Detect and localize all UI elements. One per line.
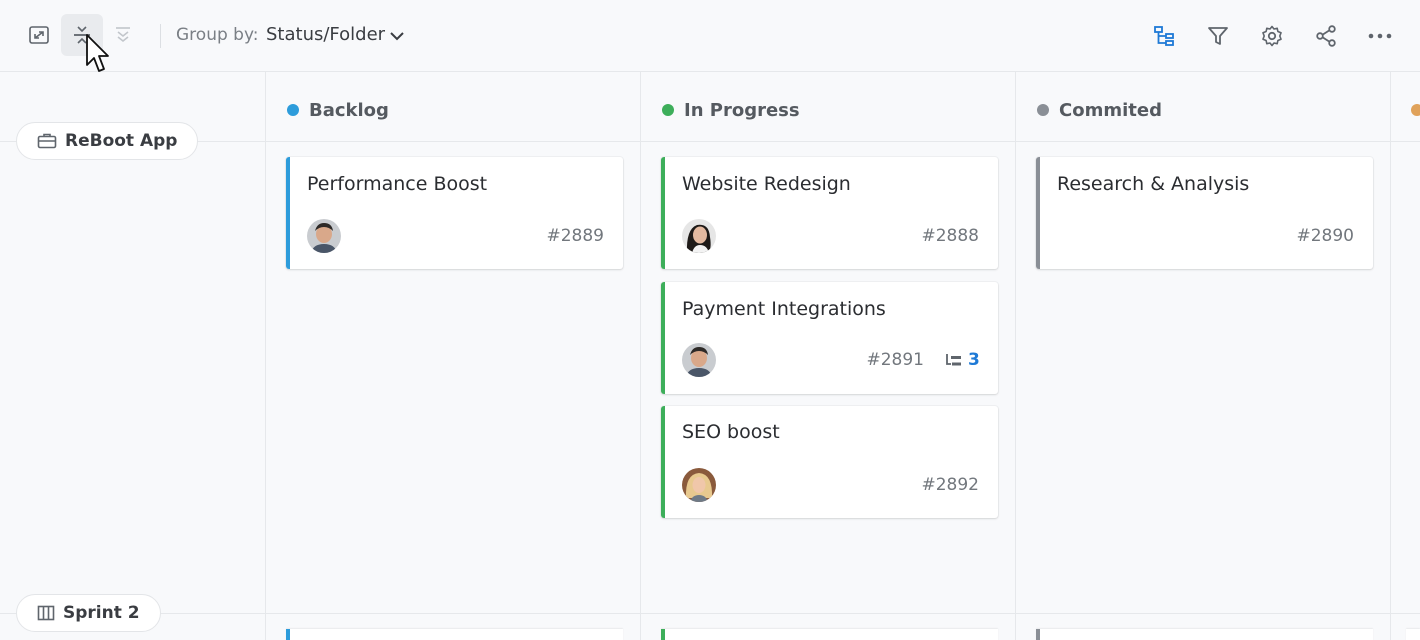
card-number: #2888 (921, 226, 979, 246)
column-title: Backlog (309, 99, 389, 121)
column-divider (265, 72, 266, 640)
mouse-cursor-icon (86, 34, 109, 72)
subtask-count-value: 3 (968, 350, 980, 370)
column-header-partial[interactable] (1411, 98, 1420, 122)
group-label: Sprint 2 (63, 603, 140, 623)
share-icon (1316, 25, 1336, 47)
settings-button[interactable] (1258, 22, 1286, 50)
card-title: Website Redesign (682, 173, 851, 195)
expand-button[interactable] (18, 14, 60, 56)
card-status-bar (286, 157, 290, 269)
group-reboot-app[interactable]: ReBoot App (16, 122, 199, 160)
card-status-bar (661, 629, 665, 640)
card-status-bar (1036, 157, 1040, 269)
card-title: SEO boost (682, 421, 780, 443)
chevron-down-icon[interactable] (388, 27, 406, 45)
hierarchy-view-button[interactable] (1150, 22, 1178, 50)
expand-icon (29, 26, 49, 44)
column-divider (1390, 72, 1391, 640)
card-number: #2889 (546, 226, 604, 246)
column-header-in-progress[interactable]: In Progress (662, 98, 800, 122)
group-by-select[interactable]: Status/Folder (266, 24, 385, 45)
column-divider (1015, 72, 1016, 640)
card-status-bar (661, 406, 665, 518)
card-status-bar (661, 282, 665, 394)
card-title: Payment Integrations (682, 298, 886, 320)
toolbar: Group by: Status/Folder (0, 0, 1420, 72)
assignee-avatar[interactable] (307, 219, 341, 253)
column-header-backlog[interactable]: Backlog (287, 98, 389, 122)
group-row-divider (0, 613, 1420, 614)
assignee-avatar[interactable] (682, 468, 716, 502)
card-status-bar (661, 157, 665, 269)
task-card[interactable]: Payment Integrations #2891 3 (661, 282, 998, 394)
assignee-avatar[interactable] (682, 219, 716, 253)
group-label: ReBoot App (65, 131, 178, 151)
hierarchy-icon (1154, 26, 1174, 46)
filter-icon (1208, 27, 1228, 45)
group-by-label: Group by: (176, 25, 259, 45)
card-status-bar (286, 629, 290, 640)
card-status-bar (1036, 629, 1040, 640)
chevrons-down-icon (116, 27, 130, 43)
status-dot (1037, 104, 1049, 116)
filter-button[interactable] (1204, 22, 1232, 50)
more-options-button[interactable] (1366, 22, 1394, 50)
status-dot (662, 104, 674, 116)
group-row-divider (0, 141, 1420, 142)
more-horizontal-icon (1368, 33, 1392, 39)
task-card[interactable]: Website Redesign #2888 (661, 157, 998, 269)
card-title: Research & Analysis (1057, 173, 1250, 195)
task-card-partial[interactable] (1036, 629, 1373, 640)
task-card-partial[interactable] (286, 629, 623, 640)
gear-icon (1262, 25, 1282, 47)
task-card[interactable]: Performance Boost #2889 (286, 157, 623, 269)
status-dot (287, 104, 299, 116)
task-card-partial[interactable] (1406, 629, 1420, 640)
assignee-avatar[interactable] (682, 343, 716, 377)
task-card[interactable]: SEO boost #2892 (661, 406, 998, 518)
status-dot (1411, 104, 1420, 116)
group-sprint-2[interactable]: Sprint 2 (16, 594, 161, 632)
toolbar-divider (160, 24, 161, 48)
task-card-partial[interactable] (661, 629, 998, 640)
share-button[interactable] (1312, 22, 1340, 50)
column-divider (640, 72, 641, 640)
column-title: In Progress (684, 99, 800, 121)
column-header-commited[interactable]: Commited (1037, 98, 1162, 122)
card-number: #2891 (866, 350, 924, 370)
subtask-count[interactable]: 3 (945, 350, 980, 370)
card-number: #2890 (1296, 226, 1354, 246)
board-icon (37, 605, 55, 621)
briefcase-icon (37, 133, 57, 149)
column-title: Commited (1059, 99, 1162, 121)
subtasks-icon (946, 354, 961, 366)
card-title: Performance Boost (307, 173, 488, 195)
card-number: #2892 (921, 475, 979, 495)
task-card[interactable]: Research & Analysis #2890 (1036, 157, 1373, 269)
